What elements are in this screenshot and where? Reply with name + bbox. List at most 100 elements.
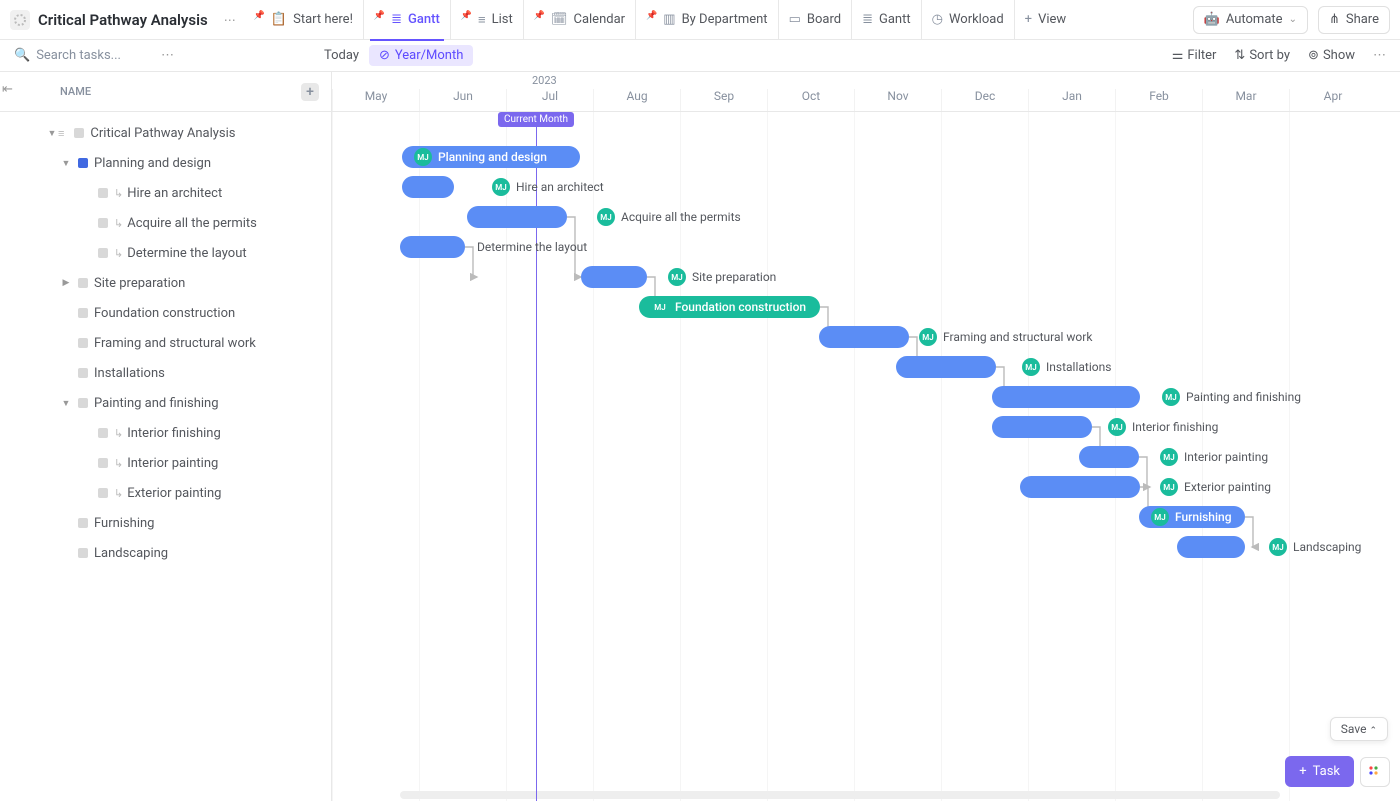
gantt-bar[interactable]: MJFoundation construction <box>639 296 820 318</box>
task-row[interactable]: ▼Planning and design <box>0 148 331 178</box>
gantt-bar[interactable] <box>992 416 1092 438</box>
view-tab-gantt[interactable]: 📌≣Gantt <box>363 0 450 40</box>
status-square[interactable] <box>74 128 84 138</box>
view-tab-workload[interactable]: ◷Workload <box>921 0 1014 40</box>
avatar: MJ <box>668 268 686 286</box>
today-button[interactable]: Today <box>324 48 359 63</box>
show-button[interactable]: ⊚Show <box>1308 48 1355 63</box>
task-row[interactable]: Foundation construction <box>0 298 331 328</box>
search-placeholder: Search tasks... <box>36 48 121 63</box>
gantt-bar[interactable] <box>1177 536 1245 558</box>
status-square[interactable] <box>78 368 88 378</box>
view-tab-calendar[interactable]: 📌🗓Calendar <box>523 0 635 40</box>
view-tab-board[interactable]: ▭Board <box>778 0 852 40</box>
subtask-icon: ↳ <box>114 247 123 260</box>
view-tab-start-here-[interactable]: 📌📋Start here! <box>244 0 363 40</box>
task-name: Determine the layout <box>127 246 246 261</box>
view-tab-list[interactable]: 📌≡List <box>450 0 523 40</box>
gantt-bar[interactable] <box>467 206 567 228</box>
gantt-bar[interactable]: MJFurnishing <box>1139 506 1245 528</box>
status-square[interactable] <box>78 338 88 348</box>
bar-label-external: MJSite preparation <box>668 266 776 288</box>
robot-icon: 🤖 <box>1204 12 1220 27</box>
task-row[interactable]: Furnishing <box>0 508 331 538</box>
gantt-bar[interactable] <box>1020 476 1140 498</box>
bar-label-external: MJAcquire all the permits <box>597 206 741 228</box>
month-label: Jul <box>506 89 593 111</box>
status-square[interactable] <box>98 458 108 468</box>
task-row[interactable]: ▼≡Critical Pathway Analysis <box>0 118 331 148</box>
task-row[interactable]: ↳Acquire all the permits <box>0 208 331 238</box>
toolbar-more-icon[interactable]: ⋯ <box>1373 48 1386 63</box>
gantt-bar[interactable] <box>400 236 465 258</box>
horizontal-scrollbar[interactable] <box>400 791 1280 799</box>
view-icon: 🗓 <box>551 12 568 27</box>
gantt-bar[interactable] <box>402 176 454 198</box>
bar-label-external: MJLandscaping <box>1269 536 1361 558</box>
automate-button[interactable]: 🤖 Automate ⌄ <box>1193 6 1308 34</box>
gantt-row: MJLandscaping <box>332 532 1400 562</box>
toolbar-right: ⚌Filter ⇅Sort by ⊚Show ⋯ <box>1172 48 1386 63</box>
apps-button[interactable] <box>1360 757 1390 787</box>
task-row[interactable]: ▼Painting and finishing <box>0 388 331 418</box>
gantt-bar[interactable]: MJPlanning and design <box>402 146 580 168</box>
avatar: MJ <box>1160 448 1178 466</box>
add-column-button[interactable]: + <box>301 83 319 101</box>
new-task-button[interactable]: + Task <box>1285 756 1354 787</box>
page-title[interactable]: Critical Pathway Analysis <box>38 11 208 29</box>
task-row[interactable]: ▶Site preparation <box>0 268 331 298</box>
task-name: Furnishing <box>94 516 154 531</box>
caret-icon[interactable]: ▼ <box>60 398 72 409</box>
more-icon[interactable]: ⋯ <box>161 48 174 63</box>
zoom-selector[interactable]: ⊘ Year/Month <box>369 45 473 66</box>
status-square[interactable] <box>98 188 108 198</box>
gantt-bar[interactable] <box>1079 446 1139 468</box>
gantt-chart[interactable]: 2023 MayJunJulAugSepOctNovDecJanFebMarAp… <box>332 72 1400 801</box>
view-tab-gantt[interactable]: ≣Gantt <box>851 0 921 40</box>
gantt-row: MJPainting and finishing <box>332 382 1400 412</box>
caret-icon[interactable]: ▼ <box>60 158 72 169</box>
zoom-icon: ⊘ <box>379 48 390 63</box>
status-square[interactable] <box>98 488 108 498</box>
gantt-bar[interactable] <box>581 266 647 288</box>
task-row[interactable]: ↳Hire an architect <box>0 178 331 208</box>
task-row[interactable]: ↳ Determine the layout <box>0 238 331 268</box>
filter-button[interactable]: ⚌Filter <box>1172 48 1217 63</box>
task-row[interactable]: Landscaping <box>0 538 331 568</box>
status-square[interactable] <box>78 548 88 558</box>
pin-icon: 📌 <box>461 11 472 21</box>
task-row[interactable]: ↳Interior painting <box>0 448 331 478</box>
status-square[interactable] <box>78 308 88 318</box>
gantt-row: MJInstallations <box>332 352 1400 382</box>
caret-icon[interactable]: ▶ <box>60 278 72 288</box>
gantt-bar[interactable] <box>992 386 1140 408</box>
gantt-bar[interactable] <box>896 356 996 378</box>
status-square[interactable] <box>78 398 88 408</box>
status-square[interactable] <box>78 518 88 528</box>
save-button[interactable]: Save ⌃ <box>1330 717 1388 741</box>
sort-button[interactable]: ⇅Sort by <box>1234 48 1290 63</box>
status-square[interactable] <box>78 278 88 288</box>
gantt-row: MJHire an architect <box>332 172 1400 202</box>
avatar: MJ <box>1162 388 1180 406</box>
breadcrumb-more-icon[interactable]: ⋯ <box>224 13 236 27</box>
gantt-bar[interactable] <box>819 326 909 348</box>
view-tab-by-department[interactable]: 📌▥By Department <box>635 0 778 40</box>
task-row[interactable]: ↳Exterior painting <box>0 478 331 508</box>
search-input[interactable]: 🔍 Search tasks... <box>14 48 121 63</box>
status-square[interactable] <box>98 218 108 228</box>
timeline-header: 2023 MayJunJulAugSepOctNovDecJanFebMarAp… <box>332 72 1400 112</box>
lines-icon: ≡ <box>58 127 64 140</box>
task-row[interactable]: Installations <box>0 358 331 388</box>
status-square[interactable] <box>78 158 88 168</box>
status-square[interactable] <box>98 428 108 438</box>
caret-icon[interactable]: ▼ <box>46 128 58 139</box>
share-button[interactable]: ⋔ Share <box>1318 6 1390 34</box>
status-square[interactable] <box>98 248 108 258</box>
task-row[interactable]: ↳Interior finishing <box>0 418 331 448</box>
view-tab-view[interactable]: +View <box>1014 0 1077 40</box>
gantt-row: MJAcquire all the permits <box>332 202 1400 232</box>
collapse-sidebar-icon[interactable]: ⇤ <box>2 82 13 97</box>
task-name: Framing and structural work <box>94 336 256 351</box>
task-row[interactable]: Framing and structural work <box>0 328 331 358</box>
